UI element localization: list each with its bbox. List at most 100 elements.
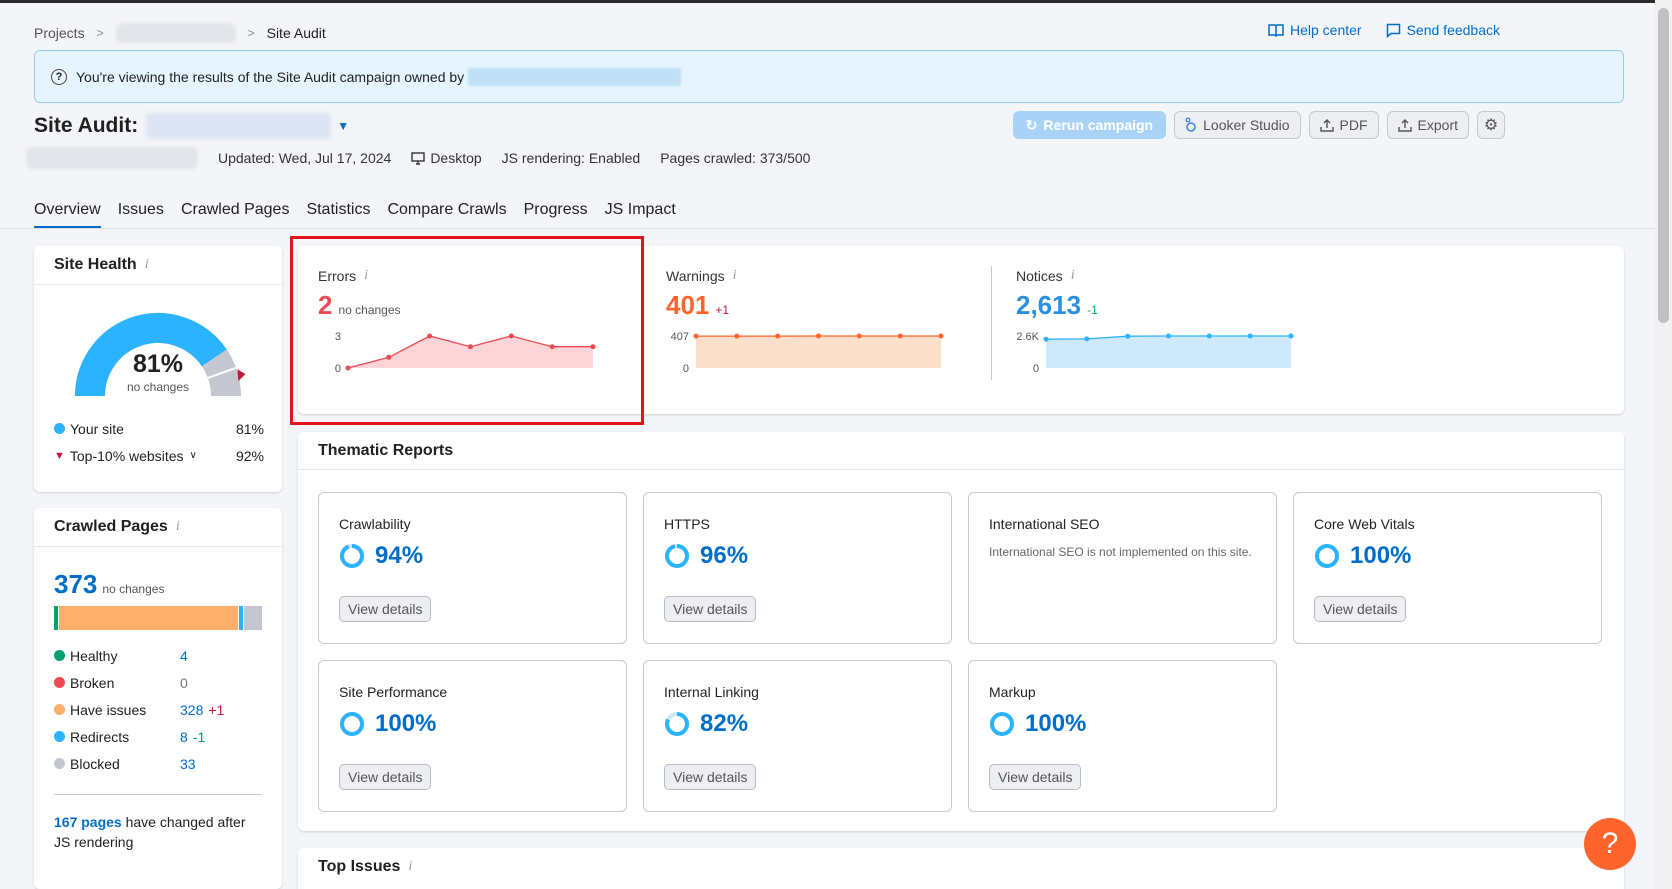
chevron-right-icon: >	[247, 26, 255, 40]
notices-sparkline: 2.6K 0	[1016, 331, 1294, 375]
tab-progress[interactable]: Progress	[524, 201, 588, 229]
breadcrumb-project-redacted[interactable]	[115, 23, 236, 43]
info-icon[interactable]: i	[1071, 268, 1075, 284]
crawled-row-have-issues: Have issues 328 +1	[54, 696, 264, 723]
chevron-down-icon[interactable]: ▼	[337, 119, 349, 133]
row-label: Healthy	[70, 647, 118, 664]
thematic-card-international-seo: International SEO International SEO is no…	[968, 492, 1277, 644]
rerun-label: Rerun campaign	[1043, 117, 1154, 133]
bar-segment-redirects[interactable]	[238, 606, 244, 630]
notices-stat[interactable]: Notices i 2,613 -1	[1016, 268, 1098, 321]
warnings-sparkline: 407 0	[671, 331, 944, 375]
page-scrollbar[interactable]	[1655, 0, 1672, 889]
row-value[interactable]: 4	[180, 648, 188, 664]
divider	[34, 284, 282, 285]
divider	[34, 546, 282, 547]
action-buttons: ↻ Rerun campaign Looker Studio PDF Expor…	[1012, 111, 1505, 139]
crawled-pages-value[interactable]: 373	[54, 569, 97, 600]
crawled-row-blocked: Blocked 33	[54, 750, 264, 777]
bar-segment-healthy[interactable]	[54, 606, 58, 630]
row-value[interactable]: 33	[180, 756, 196, 772]
site-health-change: no changes	[126, 380, 190, 394]
export-button[interactable]: Export	[1386, 111, 1469, 139]
device-label: Desktop	[430, 150, 482, 166]
legend-dot	[54, 758, 65, 769]
bar-segment-have-issues[interactable]	[59, 606, 238, 630]
y-tick-max: 407	[671, 331, 689, 343]
tab-compare-crawls[interactable]: Compare Crawls	[387, 201, 506, 229]
info-icon[interactable]: i	[176, 519, 180, 535]
help-center-link[interactable]: Help center	[1268, 22, 1362, 38]
row-value[interactable]: 8	[180, 729, 188, 745]
sparkline-point	[897, 333, 903, 339]
row-value[interactable]: 328	[180, 702, 203, 718]
thematic-card-score: 96%	[664, 542, 748, 570]
info-icon[interactable]: i	[145, 257, 149, 273]
legend-top10[interactable]: ▼ Top-10% websites ∨ 92%	[54, 442, 264, 469]
tab-overview[interactable]: Overview	[34, 201, 101, 229]
highlight-box	[290, 236, 644, 425]
thematic-card-description: International SEO is not implemented on …	[989, 545, 1252, 559]
info-icon[interactable]: i	[408, 859, 412, 875]
scrollbar-thumb[interactable]	[1658, 8, 1669, 323]
view-details-button[interactable]: View details	[664, 764, 757, 790]
thematic-card-crawlability: Crawlability 94% View details	[318, 492, 627, 644]
warnings-label: Warnings	[666, 268, 725, 284]
rerun-campaign-button[interactable]: ↻ Rerun campaign	[1012, 111, 1167, 139]
thematic-card-https: HTTPS 96% View details	[643, 492, 952, 644]
view-details-button[interactable]: View details	[339, 596, 432, 622]
sparkline-area	[1046, 336, 1291, 368]
view-details-button[interactable]: View details	[339, 764, 432, 790]
tab-crawled-pages[interactable]: Crawled Pages	[181, 201, 290, 229]
sparkline-point	[1043, 336, 1049, 342]
view-details-button[interactable]: View details	[1314, 596, 1407, 622]
your-site-label: Your site	[70, 420, 124, 437]
breadcrumb: Projects > > Site Audit	[34, 23, 326, 43]
legend-dot	[54, 731, 65, 742]
breadcrumb-projects[interactable]: Projects	[34, 25, 85, 41]
page-header: Projects > > Site Audit Help center Send…	[0, 3, 1655, 229]
y-tick-min: 0	[683, 363, 689, 375]
top10-label: Top-10% websites	[69, 447, 184, 464]
legend-dot	[54, 650, 65, 661]
looker-studio-button[interactable]: Looker Studio	[1174, 111, 1301, 139]
progress-ring-icon	[665, 544, 689, 568]
js-changed-pages-link[interactable]: 167 pages	[54, 814, 122, 830]
tab-statistics[interactable]: Statistics	[306, 201, 370, 229]
sparkline-point	[856, 333, 862, 339]
send-feedback-link[interactable]: Send feedback	[1386, 22, 1500, 38]
thematic-card-score: 100%	[989, 710, 1086, 738]
owner-banner: ? You're viewing the results of the Site…	[34, 50, 1624, 103]
help-chat-button[interactable]: ?	[1584, 818, 1636, 870]
site-health-card: Site Health i 81% no changes Your site 8…	[34, 246, 282, 492]
row-label: Blocked	[70, 755, 120, 772]
sparkline-point	[816, 333, 821, 339]
pages-crawled-count: Pages crawled: 373/500	[660, 150, 811, 166]
tab-issues[interactable]: Issues	[118, 201, 164, 229]
site-health-value: 81%	[132, 350, 184, 378]
settings-button[interactable]: ⚙	[1477, 111, 1505, 139]
info-icon[interactable]: i	[733, 268, 737, 284]
site-health-title: Site Health	[54, 256, 137, 273]
owner-email-redacted[interactable]	[468, 67, 682, 86]
breadcrumb-current: Site Audit	[266, 25, 326, 41]
pdf-label: PDF	[1339, 117, 1368, 133]
tab-js-impact[interactable]: JS Impact	[605, 201, 676, 229]
domain-selector-redacted[interactable]	[146, 113, 332, 139]
thematic-card-percent: 96%	[700, 542, 749, 569]
crawled-pages-change: no changes	[102, 582, 165, 596]
sparkline-point	[1166, 333, 1171, 339]
view-details-button[interactable]: View details	[989, 764, 1082, 790]
thematic-card-percent: 100%	[1025, 710, 1087, 737]
pdf-button[interactable]: PDF	[1308, 111, 1379, 139]
view-details-button[interactable]: View details	[664, 596, 757, 622]
bar-segment-blocked[interactable]	[244, 606, 262, 630]
legend-your-site: Your site 81%	[54, 415, 264, 442]
upload-icon	[1397, 119, 1412, 132]
warnings-stat[interactable]: Warnings i 401 +1	[666, 268, 737, 321]
message-icon	[1386, 23, 1400, 38]
chevron-down-icon[interactable]: ∨	[190, 450, 197, 461]
thematic-card-internal-linking: Internal Linking 82% View details	[643, 660, 952, 812]
js-rendering-status: JS rendering: Enabled	[501, 150, 641, 166]
thematic-card-percent: 100%	[1350, 542, 1412, 569]
